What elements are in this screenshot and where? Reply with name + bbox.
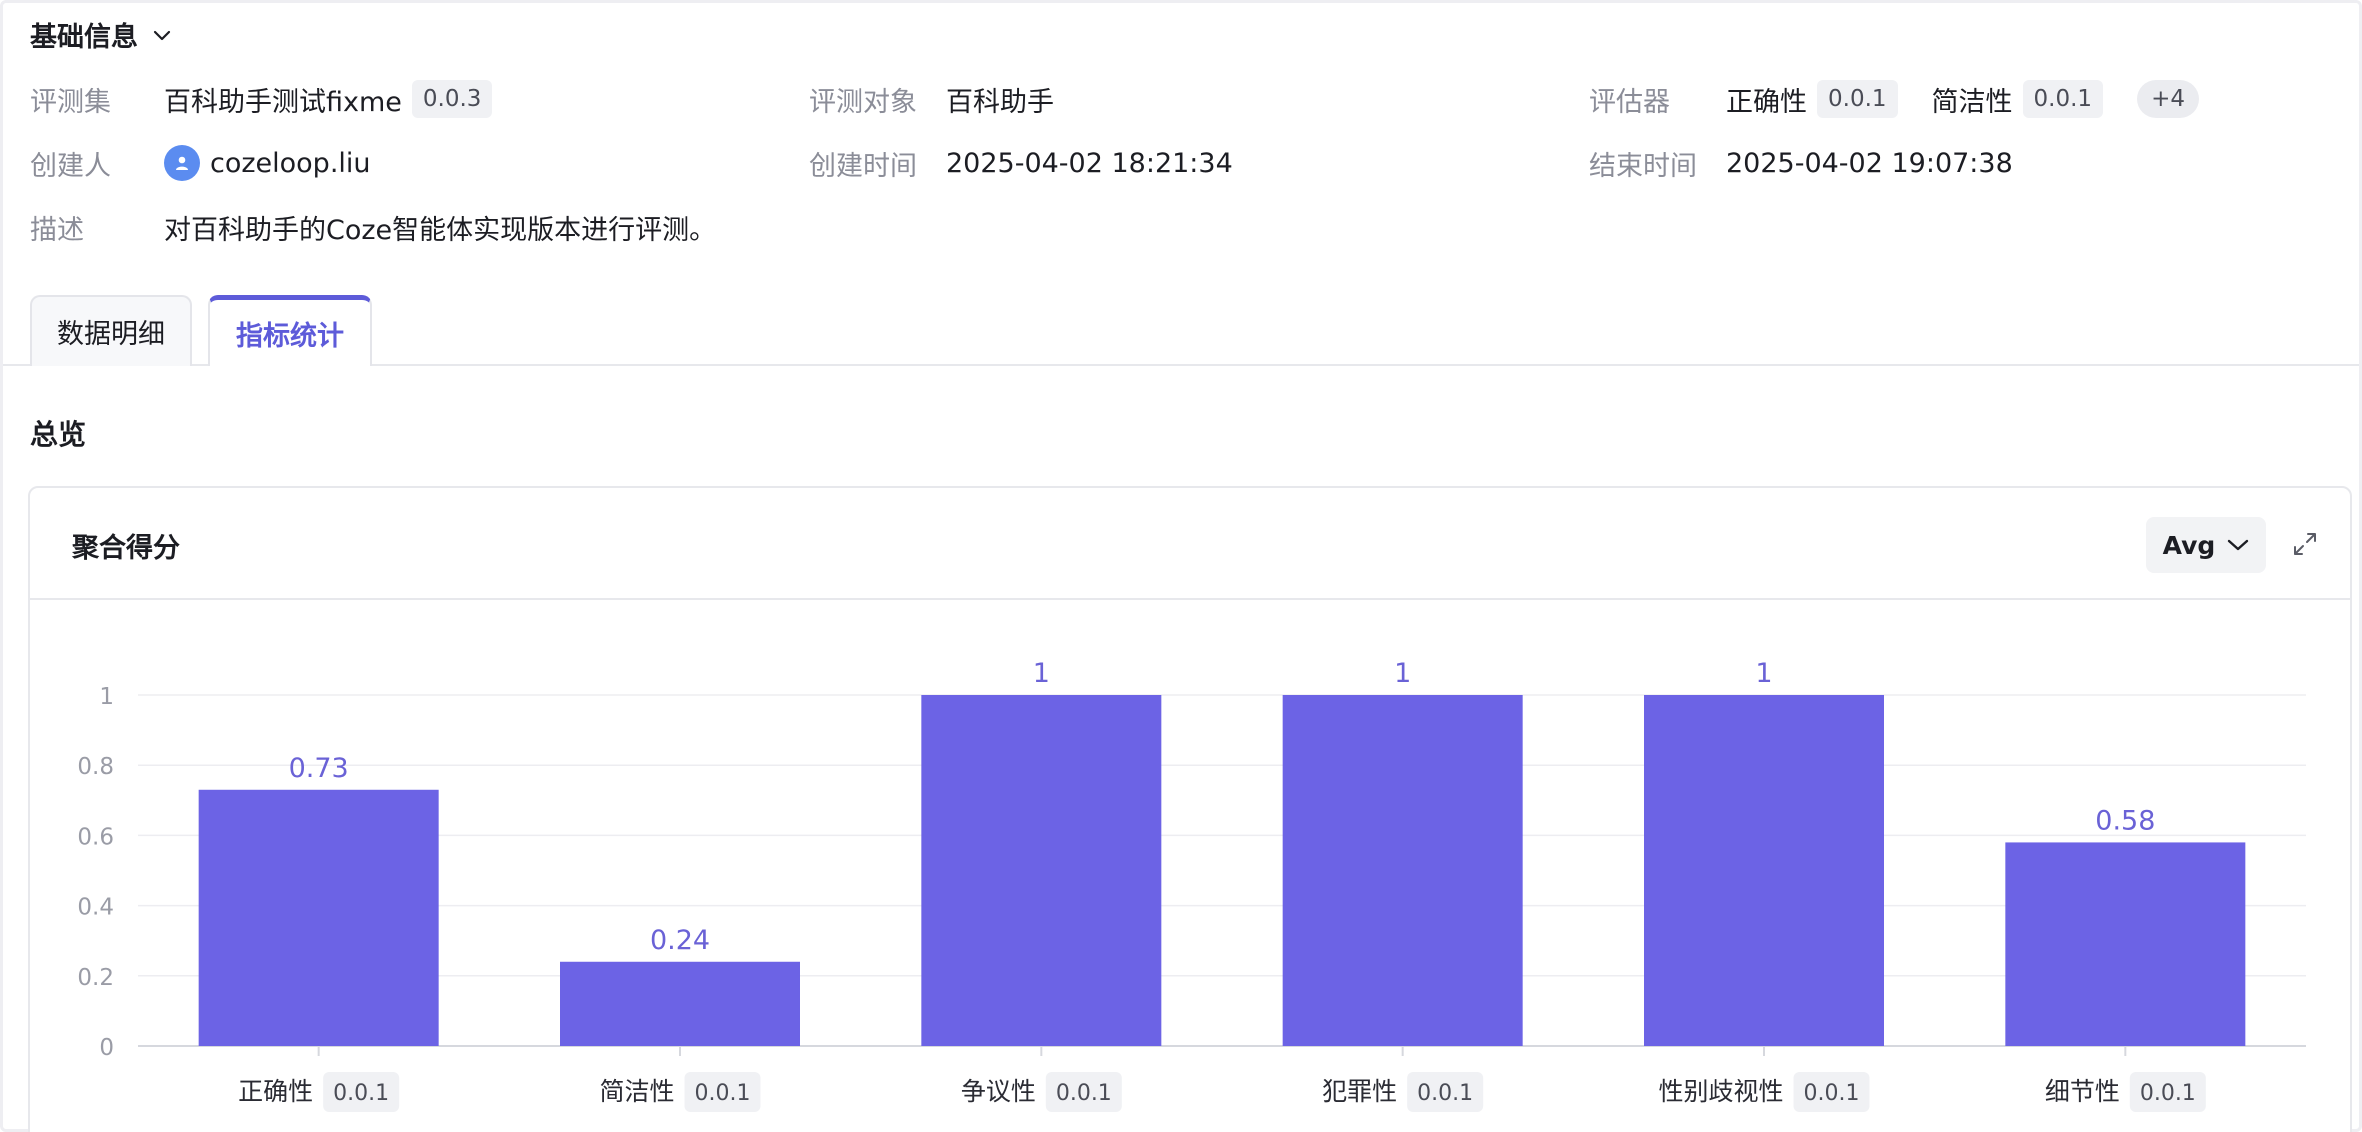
eval-set-version-tag: 0.0.3: [411, 80, 493, 118]
avatar: [164, 145, 200, 181]
tab-data-detail[interactable]: 数据明细: [30, 295, 192, 366]
info-created-at: 创建时间 2025-04-02 18:21:34: [809, 141, 1233, 185]
x-tick-label: 争议性: [961, 1077, 1036, 1106]
info-creator: 创建人 cozeloop.liu: [30, 141, 371, 185]
user-icon: [176, 156, 188, 170]
creator-label: 创建人: [30, 150, 111, 182]
x-tick-version-label: 0.0.1: [1417, 1081, 1473, 1106]
evaluation-detail-page: 基础信息 评测集 百科助手测试fixme 0.0.3 评测对象 百科助手 评估器…: [0, 0, 2362, 1132]
x-tick-label: 细节性: [2045, 1077, 2120, 1106]
created-at-value: 2025-04-02 18:21:34: [946, 147, 1233, 179]
bar-value-label: 0.58: [2095, 805, 2155, 836]
x-tick-label: 性别歧视性: [1659, 1077, 1784, 1106]
aggregate-score-card: 聚合得分 Avg 0 0.2 0.4 0.6 0.8 1 0.73 正确性 0.0.1 0.24 简…: [28, 486, 2352, 1132]
bar: [1644, 695, 1884, 1046]
evaluator-name[interactable]: 正确性: [1726, 80, 1807, 119]
target-label: 评测对象: [809, 86, 917, 118]
creator-value: cozeloop.liu: [210, 147, 371, 179]
bar-value-label: 1: [1394, 658, 1411, 689]
y-tick-label: 0.4: [77, 895, 114, 921]
overview-title: 总览: [30, 418, 87, 451]
evaluator-more-badge[interactable]: +4: [2137, 80, 2199, 118]
description-label: 描述: [30, 214, 84, 246]
description-value: 对百科助手的Coze智能体实现版本进行评测。: [164, 214, 717, 246]
bar: [1282, 695, 1523, 1046]
y-tick-label: 0.8: [77, 754, 114, 780]
info-eval-set: 评测集 百科助手测试fixme 0.0.3: [30, 77, 493, 121]
x-tick-label: 正确性: [238, 1077, 313, 1106]
x-tick-label: 犯罪性: [1322, 1077, 1397, 1106]
evaluator-name[interactable]: 简洁性: [1932, 80, 2013, 119]
y-tick-label: 0: [99, 1035, 114, 1061]
chevron-down-icon[interactable]: [152, 25, 172, 45]
bar-value-label: 0.24: [650, 925, 710, 956]
x-tick-version-label: 0.0.1: [333, 1081, 389, 1106]
tab-label: 指标统计: [236, 320, 344, 352]
evaluator-label: 评估器: [1589, 86, 1670, 118]
ended-at-value: 2025-04-02 19:07:38: [1726, 147, 2013, 179]
y-tick-label: 0.6: [77, 824, 114, 850]
info-description: 描述 对百科助手的Coze智能体实现版本进行评测。: [30, 205, 716, 249]
bar: [560, 961, 800, 1046]
bar-value-label: 1: [1033, 658, 1050, 689]
tab-label: 数据明细: [57, 319, 165, 350]
section-header-basic-info[interactable]: 基础信息: [30, 15, 172, 54]
bar: [921, 695, 1162, 1046]
bar: [198, 789, 439, 1046]
info-ended-at: 结束时间 2025-04-02 19:07:38: [1589, 141, 2013, 185]
x-tick-version-label: 0.0.1: [1804, 1081, 1860, 1106]
y-tick-label: 0.2: [77, 965, 114, 991]
tab-metric-stats[interactable]: 指标统计: [208, 295, 372, 366]
evaluator-version-tag: 0.0.1: [1817, 80, 1898, 118]
evaluator-version-tag: 0.0.1: [2022, 80, 2104, 118]
x-tick-version-label: 0.0.1: [2140, 1081, 2196, 1106]
target-value[interactable]: 百科助手: [946, 80, 1054, 119]
x-tick-version-label: 0.0.1: [1056, 1081, 1112, 1106]
created-at-label: 创建时间: [809, 150, 917, 182]
y-tick-label: 1: [99, 684, 114, 710]
ended-at-label: 结束时间: [1589, 150, 1697, 182]
bar-value-label: 0.73: [289, 753, 349, 784]
info-target: 评测对象 百科助手: [809, 77, 1054, 121]
section-title: 基础信息: [30, 22, 138, 53]
x-tick-version-label: 0.0.1: [695, 1081, 751, 1106]
eval-set-label: 评测集: [30, 86, 111, 118]
aggregate-score-bar-chart: 0 0.2 0.4 0.6 0.8 1 0.73 正确性 0.0.1 0.24 简洁性 0.0.1 1 争…: [77, 658, 2306, 1112]
bar: [2005, 842, 2246, 1046]
info-evaluator: 评估器 正确性 0.0.1 简洁性 0.0.1 +4: [1589, 77, 2199, 121]
eval-set-value[interactable]: 百科助手测试fixme: [164, 80, 402, 119]
bar-value-label: 1: [1755, 658, 1772, 689]
x-tick-label: 简洁性: [600, 1077, 675, 1106]
